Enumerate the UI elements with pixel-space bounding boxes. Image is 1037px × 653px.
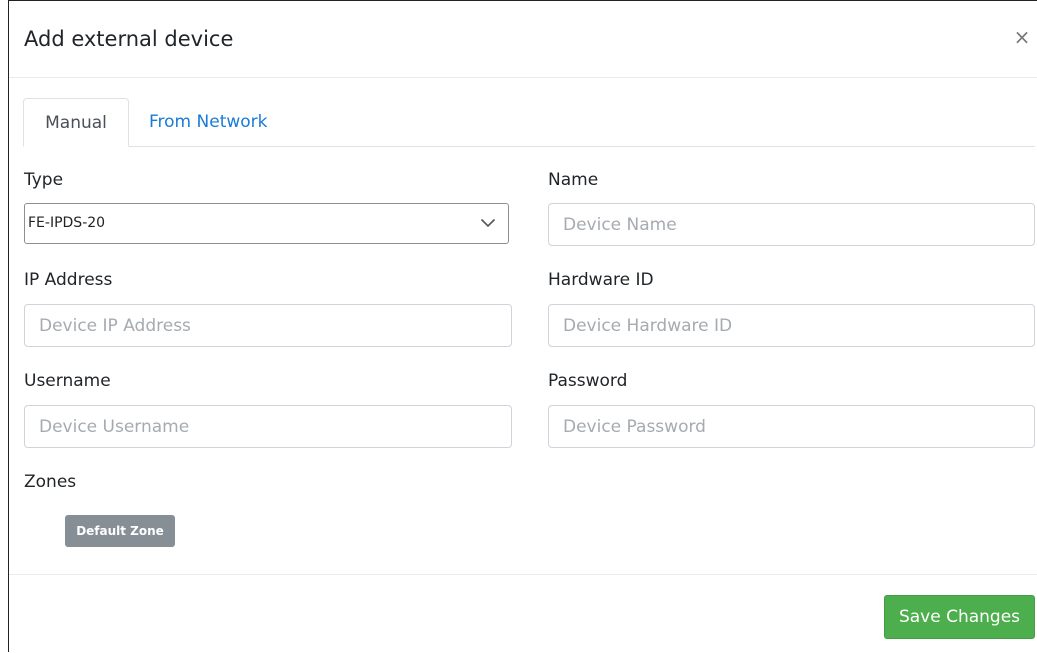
close-icon[interactable]: × <box>1013 26 1031 48</box>
device-username-input[interactable] <box>24 405 512 448</box>
ip-address-label: IP Address <box>24 270 113 290</box>
type-select[interactable]: FE-IPDS-20 <box>24 203 509 244</box>
tab-bar: Manual From Network <box>23 98 1035 147</box>
modal-title: Add external device <box>24 27 234 51</box>
save-changes-button[interactable]: Save Changes <box>884 595 1035 639</box>
modal-footer: Save Changes <box>9 574 1037 653</box>
zones-label: Zones <box>24 472 77 492</box>
device-hardware-id-input[interactable] <box>548 304 1035 347</box>
tab-manual[interactable]: Manual <box>23 98 129 147</box>
modal-header: Add external device × <box>9 1 1037 78</box>
device-name-input[interactable] <box>548 203 1035 246</box>
type-label: Type <box>24 170 64 190</box>
tab-from-network[interactable]: From Network <box>149 98 268 147</box>
password-label: Password <box>548 371 628 391</box>
username-label: Username <box>24 371 111 391</box>
add-device-modal: Add external device × Manual From Networ… <box>8 0 1037 652</box>
hardware-id-label: Hardware ID <box>548 270 654 290</box>
chevron-down-icon <box>480 218 496 228</box>
device-password-input[interactable] <box>548 405 1035 448</box>
device-ip-input[interactable] <box>24 304 512 347</box>
name-label: Name <box>548 170 599 190</box>
zone-badge-default[interactable]: Default Zone <box>65 515 175 547</box>
type-select-value: FE-IPDS-20 <box>28 215 106 231</box>
